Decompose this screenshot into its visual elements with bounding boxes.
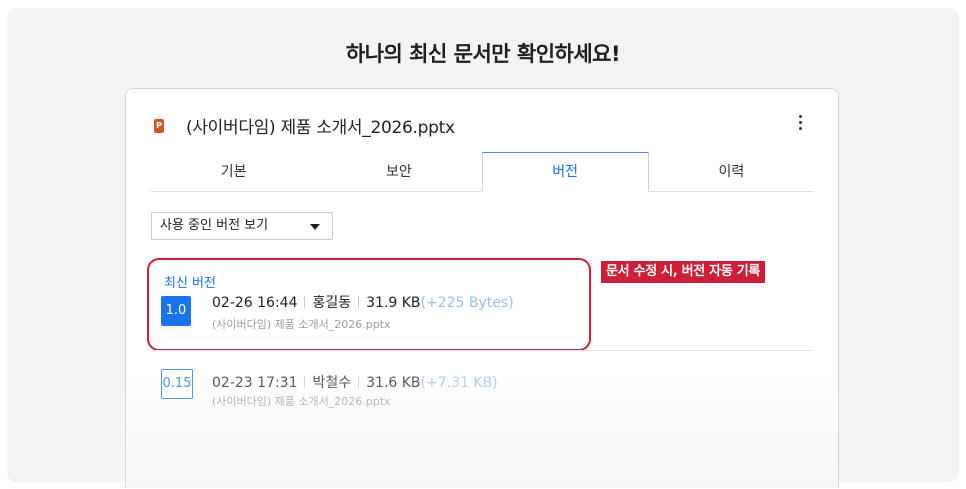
version-size: 31.9 KB xyxy=(366,295,421,311)
auto-version-callout: 문서 수정 시, 버전 자동 기록 xyxy=(601,261,766,283)
tab-basic[interactable]: 기본 xyxy=(151,153,316,191)
separator xyxy=(304,296,306,308)
separator xyxy=(358,296,360,308)
tab-version[interactable]: 버전 xyxy=(481,152,649,192)
version-meta-previous: 02-23 17:31 박철수 31.6 KB(+7.31 KB) xyxy=(212,372,498,392)
version-datetime: 02-23 17:31 xyxy=(212,375,298,391)
divider xyxy=(151,350,813,351)
version-datetime: 02-26 16:44 xyxy=(212,295,298,311)
chevron-down-icon xyxy=(310,224,320,230)
headline: 하나의 최신 문서만 확인하세요! xyxy=(345,42,621,66)
file-detail-card: P (사이버다임) 제품 소개서_2026.pptx 기본 보안 버전 이력 사… xyxy=(125,88,839,488)
tab-bar: 기본 보안 버전 이력 xyxy=(151,152,814,192)
version-badge-previous[interactable]: 0.15 xyxy=(161,369,193,399)
separator xyxy=(358,376,360,388)
version-filename-latest: (사이버다임) 제품 소개서_2026.pptx xyxy=(212,318,391,331)
version-size: 31.6 KB xyxy=(366,375,421,391)
version-filter-value: 사용 중인 버전 보기 xyxy=(160,218,269,233)
separator xyxy=(304,376,306,388)
powerpoint-file-icon: P xyxy=(154,118,164,133)
version-author: 박철수 xyxy=(312,375,352,391)
version-size-delta: (+7.31 KB) xyxy=(420,375,498,391)
version-size-delta: (+225 Bytes) xyxy=(420,295,514,311)
version-filter-dropdown[interactable]: 사용 중인 버전 보기 xyxy=(151,212,333,240)
version-badge-latest[interactable]: 1.0 xyxy=(161,296,191,326)
tab-history[interactable]: 이력 xyxy=(649,153,814,191)
version-author: 홍길동 xyxy=(312,295,352,311)
file-header: P (사이버다임) 제품 소개서_2026.pptx xyxy=(154,113,455,138)
version-meta-latest[interactable]: 02-26 16:44 홍길동 31.9 KB(+225 Bytes) xyxy=(212,292,514,312)
tab-security[interactable]: 보안 xyxy=(316,153,481,191)
more-options-icon[interactable] xyxy=(792,109,808,135)
latest-version-label: 최신 버전 xyxy=(164,276,216,291)
version-filename-previous: (사이버다임) 제품 소개서_2026.pptx xyxy=(212,395,391,408)
file-title: (사이버다임) 제품 소개서_2026.pptx xyxy=(186,118,455,138)
